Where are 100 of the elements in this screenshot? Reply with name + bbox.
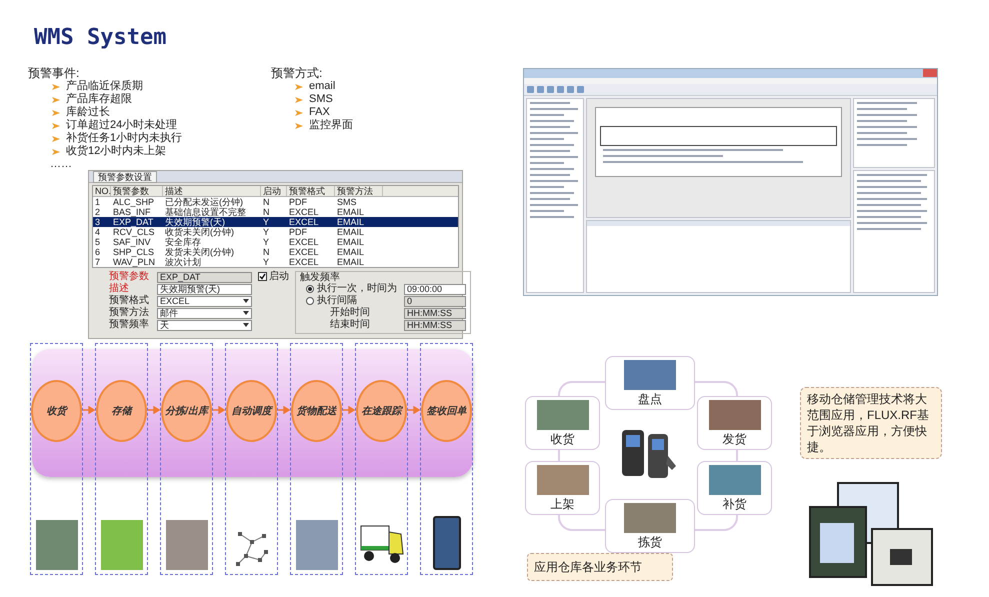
input-field[interactable]: 0 bbox=[404, 296, 466, 306]
list-item: 产品临近保质期 bbox=[66, 80, 143, 92]
table-cell-text: 安全库存 bbox=[164, 237, 202, 247]
table-cell-text: Y bbox=[262, 217, 270, 227]
arrow-icon bbox=[278, 406, 290, 414]
list-item: 产品库存超限 bbox=[66, 93, 132, 106]
radio-button[interactable] bbox=[306, 285, 314, 293]
column-header: NO. bbox=[93, 186, 111, 196]
table-cell-text: EMAIL bbox=[336, 237, 366, 247]
page-title: WMS System bbox=[34, 24, 168, 52]
field-label: 预警方法 bbox=[109, 308, 150, 318]
radio-label: 执行间隔 bbox=[317, 296, 358, 306]
dropdown-field[interactable]: EXCEL bbox=[157, 296, 252, 306]
photo-placeholder bbox=[536, 465, 588, 495]
table-cell-text: ALC_SHP bbox=[112, 197, 156, 207]
text-line bbox=[857, 108, 907, 110]
text-line bbox=[530, 120, 574, 122]
text-line bbox=[530, 144, 574, 146]
text-line bbox=[857, 132, 907, 134]
activity-label: 补货 bbox=[722, 496, 746, 513]
table-cell-text: EMAIL bbox=[336, 207, 366, 217]
column-header: 描述 bbox=[163, 186, 261, 196]
note-box: 移动仓储管理技术将大范围应用，FLUX.RF基于浏览器应用，方便快捷。 bbox=[800, 387, 942, 459]
table-cell-text: RCV_CLS bbox=[112, 227, 156, 237]
photo-placeholder bbox=[624, 360, 676, 390]
text-line bbox=[530, 192, 574, 194]
table-cell-text: 失效期预警(天) bbox=[164, 217, 226, 227]
table-cell-text: EXCEL bbox=[288, 217, 320, 227]
table-row[interactable]: 6 SHP_CLS 发货未关闭(分钟) N EXCEL EMAIL bbox=[93, 247, 458, 257]
photo-placeholder bbox=[166, 520, 208, 570]
table-cell-text: SHP_CLS bbox=[112, 247, 156, 257]
text-line bbox=[530, 174, 570, 176]
text-line bbox=[530, 162, 564, 164]
input-field[interactable]: 09:00:00 bbox=[404, 284, 466, 294]
section-heading: 预警事件: bbox=[28, 66, 80, 80]
text-line bbox=[530, 210, 564, 212]
table-cell-text: 6 bbox=[94, 247, 102, 257]
column-header: 预警参数 bbox=[111, 186, 163, 196]
photo-placeholder bbox=[708, 465, 760, 495]
check-icon bbox=[259, 273, 266, 280]
table-cell-text: PDF bbox=[288, 197, 308, 207]
checkbox[interactable] bbox=[258, 272, 267, 281]
close-button[interactable] bbox=[923, 69, 937, 77]
table-cell-text: Y bbox=[262, 227, 270, 237]
field-label: 预警格式 bbox=[109, 296, 150, 306]
column-header: 预警方法 bbox=[335, 186, 383, 196]
table-row[interactable]: 1 ALC_SHP 已分配未发运(分钟) N PDF SMS bbox=[93, 197, 458, 207]
text-line bbox=[857, 186, 927, 188]
table-cell-text: EMAIL bbox=[336, 227, 366, 237]
table-cell-text: 已分配未发运(分钟) bbox=[164, 197, 244, 207]
text-line bbox=[857, 120, 907, 122]
caption-box: 应用仓库各业务环节 bbox=[527, 553, 673, 581]
text-line bbox=[530, 180, 578, 182]
table-row[interactable]: 3 EXP_DAT 失效期预警(天) Y EXCEL EMAIL bbox=[93, 217, 458, 227]
table-cell-text: EXCEL bbox=[288, 247, 320, 257]
table-row[interactable]: 5 SAF_INV 安全库存 Y EXCEL EMAIL bbox=[93, 237, 458, 247]
dropdown-field[interactable]: 邮件 bbox=[157, 308, 252, 318]
text-line bbox=[530, 168, 574, 170]
column-header: 启动 bbox=[261, 186, 287, 196]
table-cell-text: EMAIL bbox=[336, 247, 366, 257]
field-label: 结束时间 bbox=[330, 320, 371, 330]
radio-button[interactable] bbox=[306, 297, 314, 305]
input-field[interactable]: HH:MM:SS bbox=[404, 320, 466, 330]
text-line bbox=[857, 222, 927, 224]
table-cell-text: EXCEL bbox=[288, 207, 320, 217]
arrow-icon bbox=[213, 406, 225, 414]
group-title: 触发频率 bbox=[300, 272, 341, 283]
table-row[interactable]: 7 WAV_PLN 波次计划 Y EXCEL EMAIL bbox=[93, 257, 458, 267]
table-row[interactable]: 2 BAS_INF 基础信息设置不完整 N EXCEL EMAIL bbox=[93, 207, 458, 217]
table-cell-text: 收货未关闭(分钟) bbox=[164, 227, 235, 237]
table-cell-text: N bbox=[262, 247, 270, 257]
list-item: SMS bbox=[309, 93, 333, 106]
checkbox-label: 启动 bbox=[269, 272, 289, 282]
text-line bbox=[857, 192, 921, 194]
table-cell-text: EXP_DAT bbox=[112, 217, 154, 227]
table-cell-text: 5 bbox=[94, 237, 102, 247]
text-line bbox=[857, 144, 907, 146]
input-field[interactable]: 失效期预警(天) bbox=[157, 284, 252, 294]
input-field[interactable]: EXP_DAT bbox=[157, 272, 252, 282]
photo-placeholder bbox=[536, 400, 588, 430]
ellipsis-text: …… bbox=[49, 158, 73, 170]
text-line bbox=[857, 210, 927, 212]
photo-placeholder bbox=[624, 503, 676, 533]
text-line bbox=[530, 114, 564, 116]
table-cell-text: PDF bbox=[288, 227, 308, 237]
table-cell-text: 3 bbox=[94, 217, 102, 227]
input-field[interactable]: HH:MM:SS bbox=[404, 308, 466, 318]
tab[interactable]: 预警参数设置 bbox=[93, 170, 157, 182]
caret-icon bbox=[243, 311, 249, 315]
arrow-icon bbox=[343, 406, 355, 414]
caret-icon bbox=[243, 299, 249, 303]
text-line bbox=[857, 198, 927, 200]
table-cell-text: 7 bbox=[94, 257, 102, 267]
section-heading: 预警方式: bbox=[271, 66, 324, 80]
text-line bbox=[530, 204, 578, 206]
dropdown-field[interactable]: 天 bbox=[157, 320, 252, 330]
table-cell-text: 4 bbox=[94, 227, 102, 237]
table-cell-text: EXCEL bbox=[288, 257, 320, 267]
table-row[interactable]: 4 RCV_CLS 收货未关闭(分钟) Y PDF EMAIL bbox=[93, 227, 458, 237]
table-cell-text: SMS bbox=[336, 197, 358, 207]
